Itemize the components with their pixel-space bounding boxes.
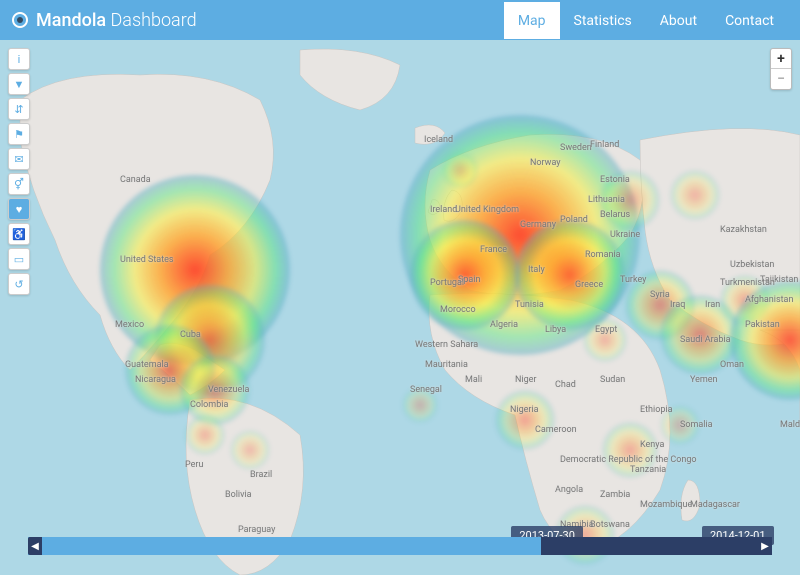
nav-about[interactable]: About xyxy=(646,2,711,39)
info-icon[interactable]: i xyxy=(8,48,30,70)
app-header: Mandola Dashboard MapStatisticsAboutCont… xyxy=(0,0,800,40)
timeline-handle-right[interactable]: ▶ xyxy=(758,537,772,555)
gender-icon[interactable]: ⚥ xyxy=(8,173,30,195)
reset-icon[interactable]: ↺ xyxy=(8,273,30,295)
zoom-out-button[interactable]: − xyxy=(771,69,791,89)
nav-contact[interactable]: Contact xyxy=(711,2,788,39)
timeline-selection[interactable] xyxy=(541,537,772,555)
heart-icon[interactable]: ♥ xyxy=(8,198,30,220)
person-icon[interactable]: ⇵ xyxy=(8,98,30,120)
access-icon[interactable]: ♿ xyxy=(8,223,30,245)
main-nav: MapStatisticsAboutContact xyxy=(504,2,788,39)
nav-map[interactable]: Map xyxy=(504,2,560,39)
zoom-control: + − xyxy=(770,48,792,90)
timeline-track[interactable]: ◀ ▶ xyxy=(28,537,772,555)
timeline-handle-left[interactable]: ◀ xyxy=(28,537,42,555)
flag-icon[interactable]: ⚑ xyxy=(8,123,30,145)
map-toolbar: i ▼ ⇵ ⚑ ✉ ⚥ ♥ ♿ ▭ ↺ xyxy=(8,48,30,295)
chat-icon[interactable]: ✉ xyxy=(8,148,30,170)
timeline: 2013-07-30 2014-12-01 ◀ ▶ xyxy=(28,537,772,565)
map-canvas[interactable]: CanadaUnited StatesMexicoGuatemalaNicara… xyxy=(0,40,800,575)
world-map-svg xyxy=(0,40,800,575)
zoom-in-button[interactable]: + xyxy=(771,49,791,69)
nav-statistics[interactable]: Statistics xyxy=(560,2,646,39)
brand-title: Mandola Dashboard xyxy=(36,10,197,31)
filter-icon[interactable]: ▼ xyxy=(8,73,30,95)
brand-logo-icon xyxy=(12,12,28,28)
money-icon[interactable]: ▭ xyxy=(8,248,30,270)
